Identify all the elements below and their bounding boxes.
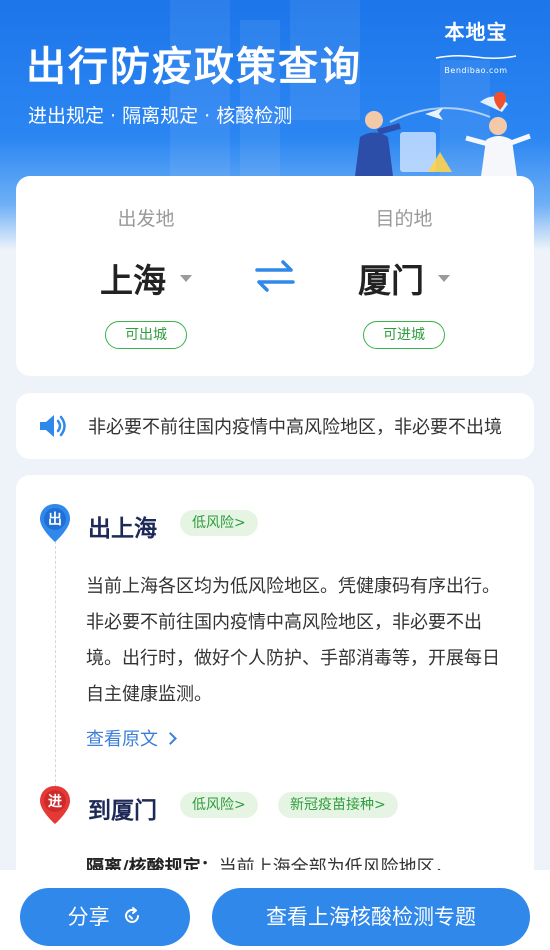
- notice-text: 非必要不前往国内疫情中高风险地区，非必要不出境: [88, 417, 502, 438]
- entry-section-title: 到厦门: [88, 798, 157, 824]
- travel-illustration: [354, 92, 531, 184]
- page-subtitle: 进出规定 · 隔离规定 · 核酸检测: [28, 105, 293, 127]
- destination-status-badge: 可进城: [363, 321, 445, 349]
- origin-label: 出发地: [117, 208, 175, 230]
- share-button[interactable]: 分享: [20, 888, 190, 946]
- share-refresh-icon: [125, 907, 140, 923]
- chevron-right-icon: [164, 732, 177, 745]
- vaccine-tag[interactable]: 新冠疫苗接种>: [278, 792, 398, 818]
- exit-pin-icon: 出: [38, 503, 72, 543]
- notice-bar[interactable]: 非必要不前往国内疫情中高风险地区，非必要不出境: [16, 393, 534, 459]
- entry-pin-label: 进: [48, 794, 62, 810]
- entry-pin-icon: 进: [38, 785, 72, 825]
- destination-city[interactable]: 厦门: [324, 254, 484, 302]
- origin-status-badge: 可出城: [105, 321, 187, 349]
- exit-section-title: 出上海: [88, 516, 157, 542]
- origin-city-name: 上海: [100, 261, 166, 300]
- view-original-link[interactable]: 查看原文: [86, 725, 177, 751]
- caret-down-icon: [180, 274, 192, 282]
- swap-arrows-icon[interactable]: [253, 258, 297, 294]
- speaker-icon: [40, 415, 66, 437]
- origin-city[interactable]: 上海: [66, 254, 226, 302]
- destination-city-name: 厦门: [358, 261, 424, 300]
- brand-wave-icon: [435, 54, 517, 60]
- entry-risk-tag[interactable]: 低风险>: [180, 792, 258, 818]
- brand-logo: 本地宝 Bendibao.com: [434, 16, 518, 75]
- share-button-label: 分享: [67, 905, 110, 929]
- exit-policy-text: 当前上海各区均为低风险地区。凭健康码有序出行。非必要不前往国内疫情中高风险地区，…: [86, 576, 500, 705]
- timeline-divider: [55, 541, 56, 797]
- view-original-label: 查看原文: [86, 729, 158, 750]
- testing-topic-button[interactable]: 查看上海核酸检测专题: [212, 888, 530, 946]
- exit-risk-tag[interactable]: 低风险>: [180, 510, 258, 536]
- exit-pin-label: 出: [48, 512, 62, 528]
- caret-down-icon: [438, 274, 450, 282]
- destination-label: 目的地: [375, 208, 433, 230]
- route-card: 出发地 上海 可出城 目的地 厦门 可进城: [16, 176, 534, 376]
- page-title: 出行防疫政策查询: [26, 44, 362, 90]
